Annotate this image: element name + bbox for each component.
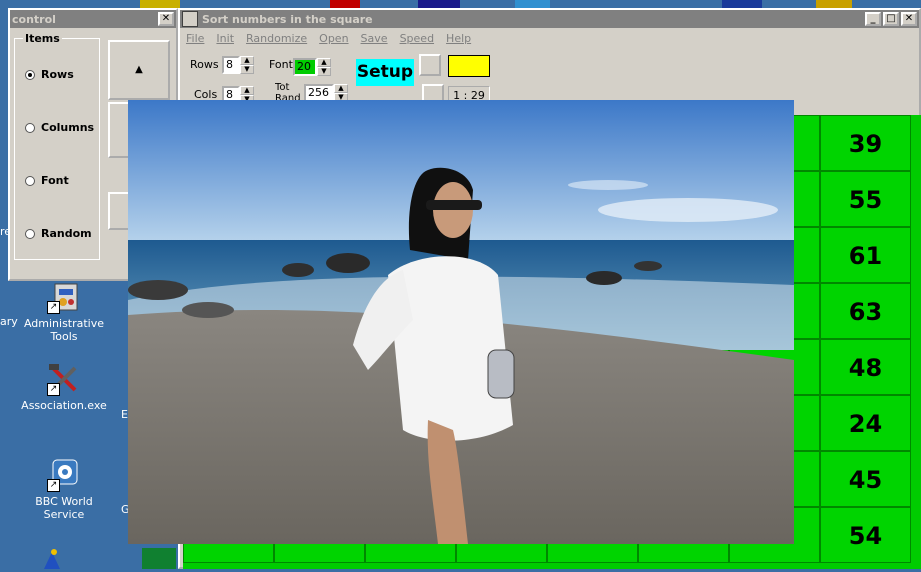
setup-button[interactable]: Setup [356,59,414,86]
desktop-icon-label: Administrative Tools [23,317,105,343]
association-exe-icon[interactable]: ↗ Association.exe [16,362,112,412]
radio-font[interactable]: Font [25,174,69,187]
radio-rows[interactable]: Rows [25,68,74,81]
radio-random[interactable]: Random [25,227,92,240]
spin-down-icon[interactable]: ▼ [240,65,254,74]
spin-down-icon[interactable]: ▼ [317,67,331,76]
font-spinner[interactable]: 20 ▲ ▼ [293,58,331,76]
control-close-button[interactable]: ✕ [158,12,174,26]
grid-cell[interactable]: 45 [820,451,911,507]
menu-randomize[interactable]: Randomize [246,32,307,45]
font-label: Font [269,58,293,71]
main-titlebar[interactable]: Sort numbers in the square _ □ ✕ [180,10,919,28]
grid-cell[interactable]: 55 [820,171,911,227]
minimize-button[interactable]: _ [865,12,881,26]
player-icon: ↗ [47,458,81,492]
radio-icon[interactable] [25,175,35,186]
desktop-icon-fragment [515,0,550,8]
font-value[interactable]: 20 [293,58,317,76]
items-group: Items Rows Columns Font Random [14,32,100,260]
app-icon [182,11,198,27]
grid-cell[interactable]: 61 [820,227,911,283]
hammer-wrench-icon: ↗ [47,362,81,396]
bbc-world-service-icon[interactable]: ↗ BBC World Service [16,458,112,521]
tot-rand-label: Tot Rand [275,82,301,102]
blank-button[interactable] [419,54,441,76]
menu-bar: File Init Randomize Open Save Speed Help [180,28,919,48]
desktop-icon-fragment [418,0,460,8]
grid-cell[interactable]: 48 [820,339,911,395]
radio-icon[interactable] [25,69,35,80]
spin-up-icon[interactable]: ▲ [240,56,254,65]
spin-up-icon[interactable]: ▲ [240,86,254,95]
spin-up-icon[interactable]: ▲ [334,84,348,93]
menu-save[interactable]: Save [361,32,388,45]
radio-columns[interactable]: Columns [25,121,94,134]
desktop-icon-fragment [40,548,64,569]
desktop-icon-fragment [330,0,360,8]
menu-speed[interactable]: Speed [400,32,434,45]
menu-help[interactable]: Help [446,32,471,45]
radio-label: Rows [41,68,74,81]
grid-cell[interactable]: 63 [820,283,911,339]
radio-label: Random [41,227,92,240]
desktop-icon-fragment [140,0,180,8]
administrative-tools-icon[interactable]: ↗ Administrative Tools [16,280,112,343]
main-window-title: Sort numbers in the square [202,12,373,26]
control-window-title: control [12,12,56,26]
radio-label: Font [41,174,69,187]
desktop-icon-fragment [142,548,176,569]
control-panel-icon: ↗ [47,280,81,314]
grid-cell[interactable]: 24 [820,395,911,451]
rows-value[interactable]: 8 [222,56,240,74]
rows-spinner[interactable]: 8 ▲ ▼ [222,56,254,74]
rows-label: Rows [190,58,219,71]
grid-cell[interactable]: 54 [820,507,911,563]
up-arrow-icon: ▲ [135,64,143,75]
close-button[interactable]: ✕ [901,12,917,26]
menu-init[interactable]: Init [216,32,234,45]
desktop-label-fragment: E [121,408,128,421]
radio-icon[interactable] [25,228,35,239]
control-titlebar[interactable]: control ✕ [10,10,176,28]
items-group-title: Items [23,32,62,45]
desktop-icon-label: BBC World Service [35,495,93,521]
menu-open[interactable]: Open [319,32,348,45]
color-swatch[interactable] [448,55,490,77]
menu-file[interactable]: File [186,32,204,45]
maximize-button[interactable]: □ [883,12,899,26]
radio-label: Columns [41,121,95,134]
grid-cell[interactable]: 39 [820,115,911,171]
desktop-icon-fragment [816,0,852,8]
beach-photo [128,100,794,544]
spin-up-icon[interactable]: ▲ [317,58,331,67]
desktop-icon-fragment [722,0,762,8]
increase-button[interactable]: ▲ [108,40,170,100]
radio-icon[interactable] [25,122,35,133]
desktop-icon-label: Association.exe [21,399,107,412]
